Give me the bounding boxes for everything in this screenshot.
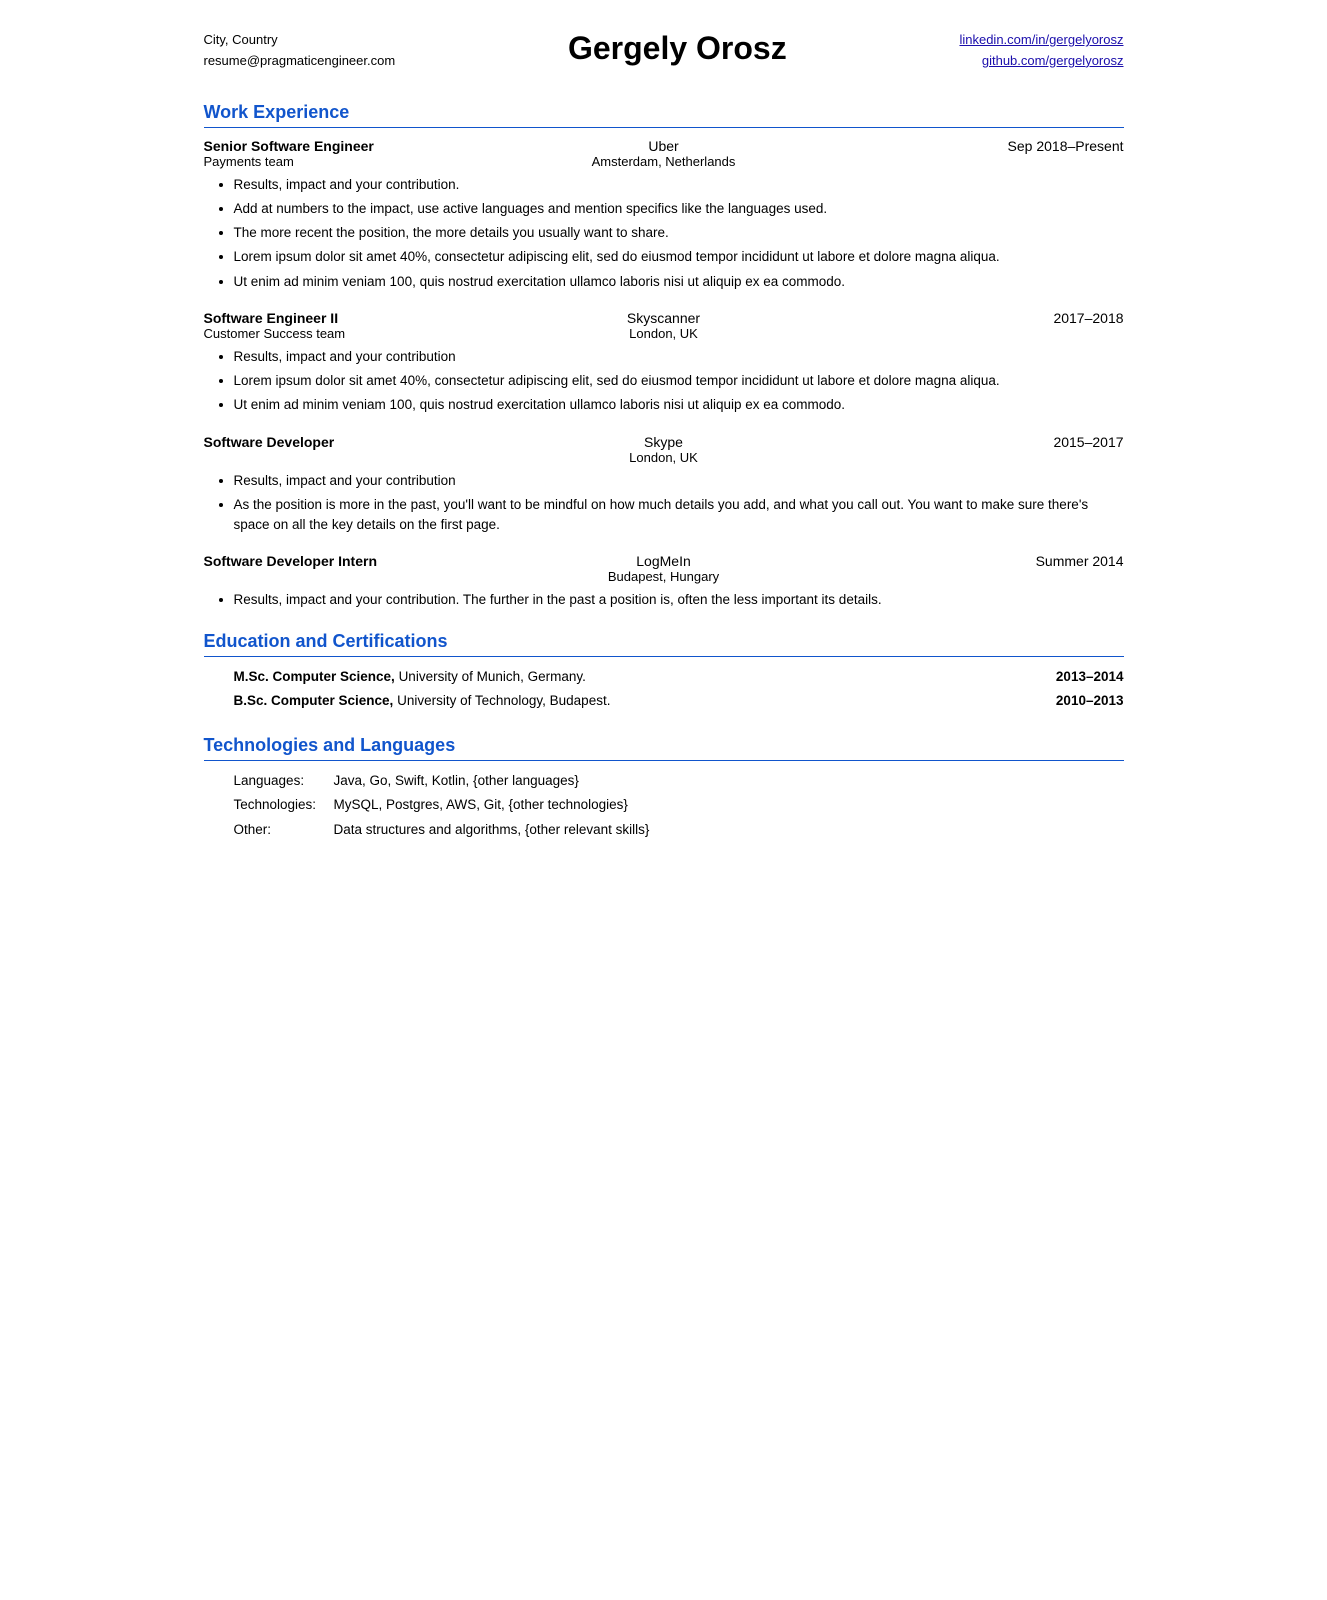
job-uber-header: Senior Software Engineer Uber Sep 2018–P… bbox=[204, 138, 1124, 154]
job-logmein-header: Software Developer Intern LogMeIn Summer… bbox=[204, 553, 1124, 569]
job-skype-bullets: Results, impact and your contribution As… bbox=[204, 471, 1124, 536]
technologies-title: Technologies and Languages bbox=[204, 735, 1124, 756]
job-logmein: Software Developer Intern LogMeIn Summer… bbox=[204, 553, 1124, 610]
work-experience-section: Work Experience Senior Software Engineer… bbox=[204, 102, 1124, 611]
edu-bsc-detail: University of Technology, Budapest. bbox=[397, 693, 610, 708]
job-logmein-sub: Budapest, Hungary bbox=[204, 569, 1124, 584]
header-github[interactable]: github.com/gergelyorosz bbox=[959, 51, 1123, 72]
header-linkedin[interactable]: linkedin.com/in/gergelyorosz bbox=[959, 30, 1123, 51]
job-skyscanner-date: 2017–2018 bbox=[817, 310, 1124, 326]
tech-languages-value: Java, Go, Swift, Kotlin, {other language… bbox=[334, 771, 1124, 791]
work-experience-divider bbox=[204, 127, 1124, 128]
list-item: Results, impact and your contribution bbox=[234, 347, 1124, 367]
job-skype-location: London, UK bbox=[510, 450, 817, 465]
list-item: Lorem ipsum dolor sit amet 40%, consecte… bbox=[234, 371, 1124, 391]
list-item: Results, impact and your contribution. bbox=[234, 175, 1124, 195]
technologies-section: Technologies and Languages Languages: Ja… bbox=[204, 735, 1124, 840]
edu-bsc-bold: B.Sc. Computer Science, bbox=[234, 693, 394, 708]
education-list: M.Sc. Computer Science, University of Mu… bbox=[204, 667, 1124, 716]
job-uber-location: Amsterdam, Netherlands bbox=[510, 154, 817, 169]
job-skyscanner-location: London, UK bbox=[510, 326, 817, 341]
edu-bsc-date: 2010–2013 bbox=[1056, 691, 1124, 711]
job-logmein-title: Software Developer Intern bbox=[204, 553, 511, 569]
list-item: As the position is more in the past, you… bbox=[234, 495, 1124, 536]
technologies-list: Languages: Java, Go, Swift, Kotlin, {oth… bbox=[204, 771, 1124, 840]
job-skyscanner-spacer bbox=[817, 326, 1124, 341]
resume-header: City, Country resume@pragmaticengineer.c… bbox=[204, 30, 1124, 72]
list-item: Lorem ipsum dolor sit amet 40%, consecte… bbox=[234, 247, 1124, 267]
job-skyscanner-bullets: Results, impact and your contribution Lo… bbox=[204, 347, 1124, 416]
job-uber: Senior Software Engineer Uber Sep 2018–P… bbox=[204, 138, 1124, 292]
job-skype: Software Developer Skype 2015–2017 Londo… bbox=[204, 434, 1124, 536]
job-logmein-location: Budapest, Hungary bbox=[510, 569, 817, 584]
job-uber-title: Senior Software Engineer bbox=[204, 138, 511, 154]
tech-technologies-value: MySQL, Postgres, AWS, Git, {other techno… bbox=[334, 795, 1124, 815]
tech-technologies-label: Technologies: bbox=[234, 795, 334, 815]
job-skype-sub: London, UK bbox=[204, 450, 1124, 465]
list-item: Languages: Java, Go, Swift, Kotlin, {oth… bbox=[234, 771, 1124, 791]
job-uber-company: Uber bbox=[510, 138, 817, 154]
job-skype-header: Software Developer Skype 2015–2017 bbox=[204, 434, 1124, 450]
job-skyscanner: Software Engineer II Skyscanner 2017–201… bbox=[204, 310, 1124, 416]
job-skyscanner-team: Customer Success team bbox=[204, 326, 511, 341]
header-email: resume@pragmaticengineer.com bbox=[204, 51, 396, 72]
job-uber-date: Sep 2018–Present bbox=[817, 138, 1124, 154]
job-logmein-spacer bbox=[817, 569, 1124, 584]
job-logmein-team bbox=[204, 569, 511, 584]
list-item: Technologies: MySQL, Postgres, AWS, Git,… bbox=[234, 795, 1124, 815]
list-item: M.Sc. Computer Science, University of Mu… bbox=[234, 667, 1124, 687]
education-divider bbox=[204, 656, 1124, 657]
education-section: Education and Certifications M.Sc. Compu… bbox=[204, 631, 1124, 716]
header-city: City, Country bbox=[204, 30, 396, 51]
tech-languages-label: Languages: bbox=[234, 771, 334, 791]
job-skyscanner-title: Software Engineer II bbox=[204, 310, 511, 326]
list-item: Results, impact and your contribution. T… bbox=[234, 590, 1124, 610]
job-uber-bullets: Results, impact and your contribution. A… bbox=[204, 175, 1124, 292]
header-name-block: Gergely Orosz bbox=[395, 30, 959, 67]
header-links-right: linkedin.com/in/gergelyorosz github.com/… bbox=[959, 30, 1123, 72]
list-item: Ut enim ad minim veniam 100, quis nostru… bbox=[234, 395, 1124, 415]
list-item: The more recent the position, the more d… bbox=[234, 223, 1124, 243]
job-skype-team bbox=[204, 450, 511, 465]
list-item: B.Sc. Computer Science, University of Te… bbox=[234, 691, 1124, 711]
job-logmein-bullets: Results, impact and your contribution. T… bbox=[204, 590, 1124, 610]
tech-other-value: Data structures and algorithms, {other r… bbox=[334, 820, 1124, 840]
edu-msc-bold: M.Sc. Computer Science, bbox=[234, 669, 395, 684]
edu-bsc-text: B.Sc. Computer Science, University of Te… bbox=[234, 691, 1036, 711]
job-skyscanner-header: Software Engineer II Skyscanner 2017–201… bbox=[204, 310, 1124, 326]
candidate-name: Gergely Orosz bbox=[395, 30, 959, 67]
tech-other-label: Other: bbox=[234, 820, 334, 840]
education-title: Education and Certifications bbox=[204, 631, 1124, 652]
job-skype-date: 2015–2017 bbox=[817, 434, 1124, 450]
header-contact-left: City, Country resume@pragmaticengineer.c… bbox=[204, 30, 396, 72]
job-skyscanner-sub: Customer Success team London, UK bbox=[204, 326, 1124, 341]
job-logmein-company: LogMeIn bbox=[510, 553, 817, 569]
work-experience-title: Work Experience bbox=[204, 102, 1124, 123]
edu-msc-detail: University of Munich, Germany. bbox=[399, 669, 586, 684]
job-skyscanner-company: Skyscanner bbox=[510, 310, 817, 326]
list-item: Ut enim ad minim veniam 100, quis nostru… bbox=[234, 272, 1124, 292]
technologies-divider bbox=[204, 760, 1124, 761]
job-uber-spacer bbox=[817, 154, 1124, 169]
edu-msc-date: 2013–2014 bbox=[1056, 667, 1124, 687]
list-item: Add at numbers to the impact, use active… bbox=[234, 199, 1124, 219]
job-uber-sub: Payments team Amsterdam, Netherlands bbox=[204, 154, 1124, 169]
job-logmein-date: Summer 2014 bbox=[817, 553, 1124, 569]
job-uber-team: Payments team bbox=[204, 154, 511, 169]
edu-msc-text: M.Sc. Computer Science, University of Mu… bbox=[234, 667, 1036, 687]
list-item: Results, impact and your contribution bbox=[234, 471, 1124, 491]
job-skype-spacer bbox=[817, 450, 1124, 465]
list-item: Other: Data structures and algorithms, {… bbox=[234, 820, 1124, 840]
job-skype-company: Skype bbox=[510, 434, 817, 450]
job-skype-title: Software Developer bbox=[204, 434, 511, 450]
